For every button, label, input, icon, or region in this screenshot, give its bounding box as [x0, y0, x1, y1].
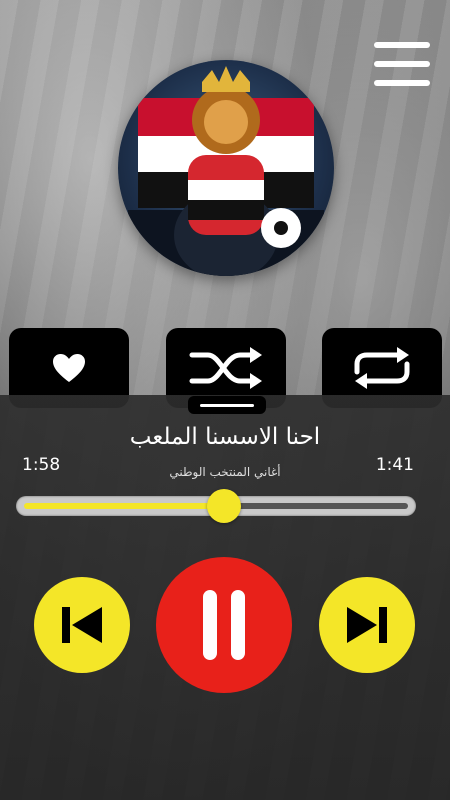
shuffle-icon — [189, 347, 262, 389]
album-art — [118, 60, 334, 276]
progress-remaining — [223, 503, 408, 509]
album-subtitle: أغاني المنتخب الوطني — [169, 465, 281, 479]
skip-next-icon — [347, 607, 387, 643]
progress-thumb[interactable] — [206, 489, 241, 523]
skip-previous-icon — [62, 607, 102, 643]
next-track-button[interactable] — [319, 577, 415, 673]
track-title: احنا الاسسنا الملعب — [129, 424, 321, 450]
panel-drag-handle[interactable] — [188, 396, 266, 414]
repeat-icon — [354, 347, 410, 389]
pause-button[interactable] — [156, 557, 292, 693]
pause-icon — [203, 590, 245, 660]
progress-slider[interactable] — [16, 489, 416, 523]
hamburger-menu-icon[interactable] — [374, 42, 430, 86]
heart-icon — [53, 354, 85, 382]
previous-track-button[interactable] — [34, 577, 130, 673]
progress-fill — [24, 503, 224, 509]
